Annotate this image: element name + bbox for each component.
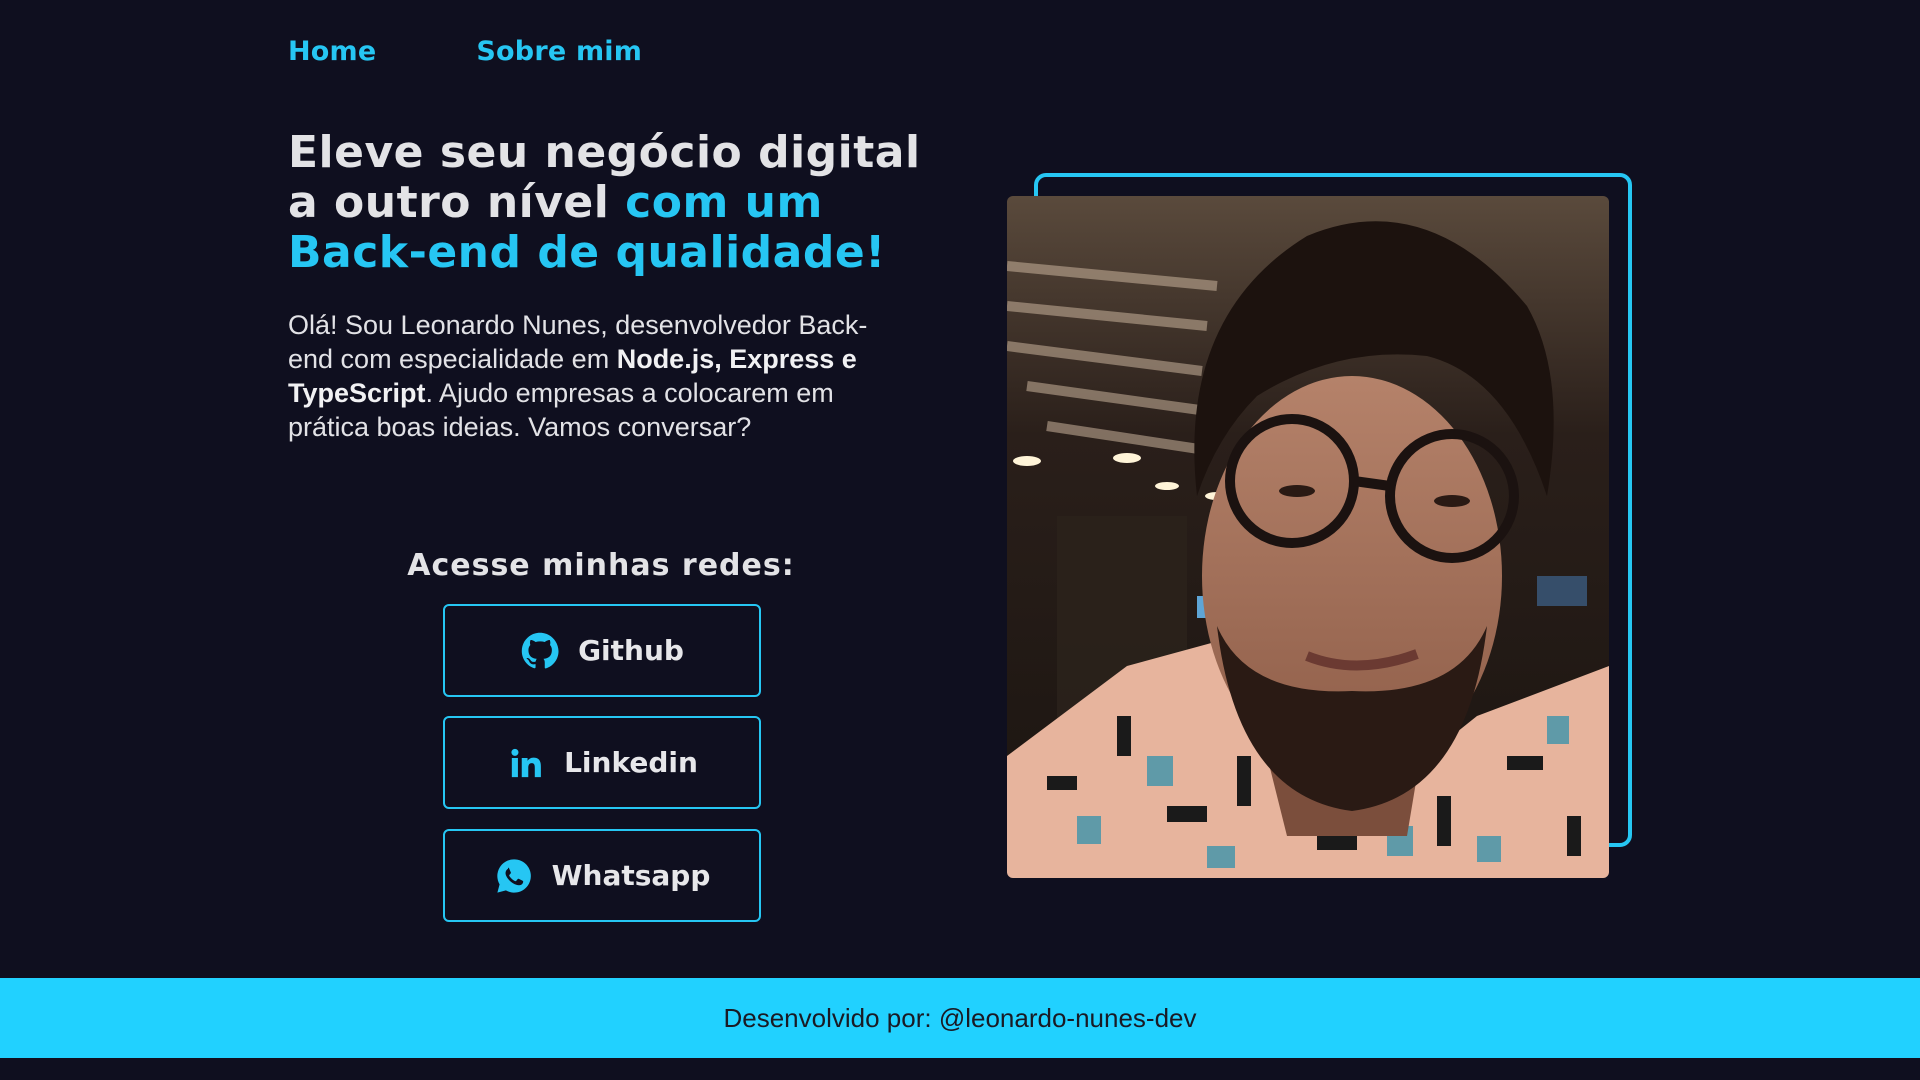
whatsapp-label: Whatsapp (551, 859, 711, 892)
hero-intro: Olá! Sou Leonardo Nunes, desenvolvedor B… (288, 308, 908, 444)
hero-text: Eleve seu negócio digital a outro nível … (288, 128, 938, 444)
hero-headline: Eleve seu negócio digital a outro nível … (288, 128, 938, 278)
linkedin-icon (506, 743, 546, 783)
github-icon (520, 631, 560, 671)
profile-photo (1007, 196, 1609, 878)
top-nav: Home Sobre mim (288, 36, 642, 67)
linkedin-label: Linkedin (564, 746, 698, 779)
github-button[interactable]: Github (443, 604, 761, 697)
linkedin-button[interactable]: Linkedin (443, 716, 761, 809)
page: Home Sobre mim Eleve seu negócio digital… (0, 0, 1920, 1080)
nav-home-link[interactable]: Home (288, 36, 376, 67)
whatsapp-button[interactable]: Whatsapp (443, 829, 761, 922)
github-label: Github (578, 634, 684, 667)
socials-title: Acesse minhas redes: (407, 548, 795, 583)
footer-credit: Desenvolvido por: @leonardo-nunes-dev (723, 1002, 1197, 1033)
footer: Desenvolvido por: @leonardo-nunes-dev (0, 978, 1920, 1058)
nav-about-link[interactable]: Sobre mim (476, 36, 642, 67)
whatsapp-icon (494, 856, 534, 896)
headline-plain: Eleve seu negócio digital a outro nível (288, 127, 921, 228)
